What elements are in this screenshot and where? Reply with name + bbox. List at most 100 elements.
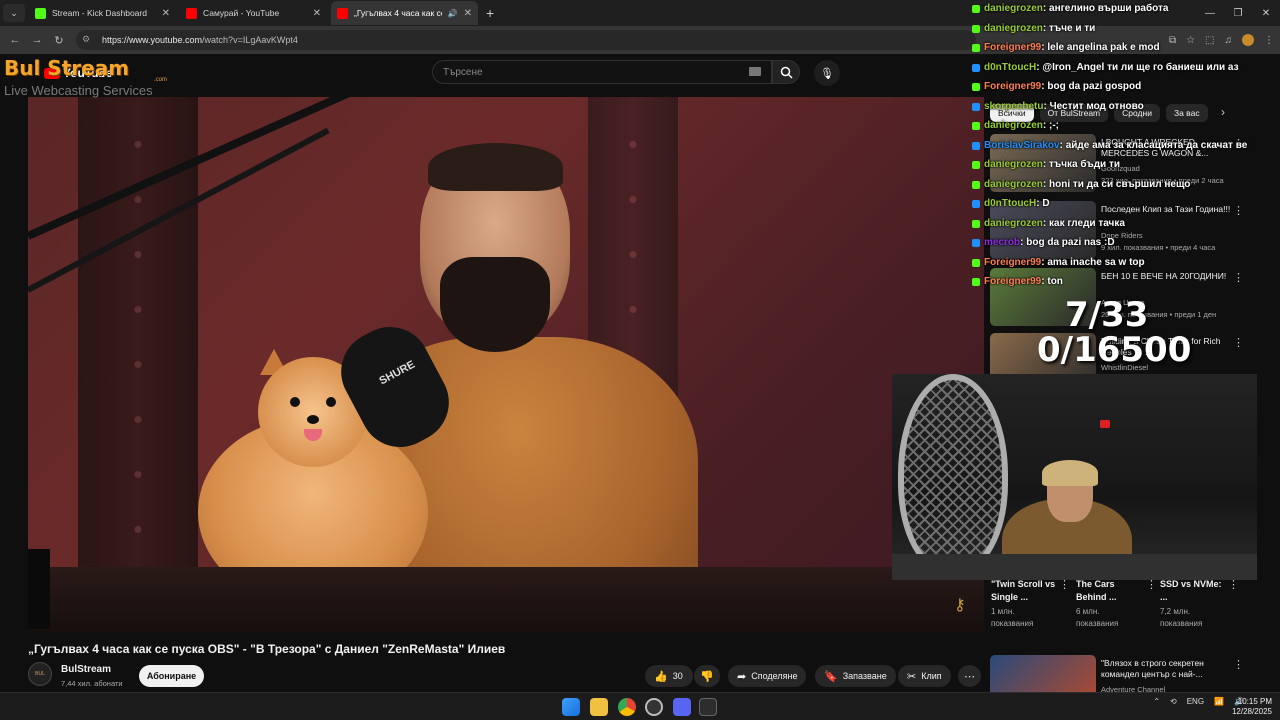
key-icon: ⚷ <box>954 597 966 614</box>
chat-username[interactable]: daniegrozen <box>984 23 1043 34</box>
channel-name[interactable]: BulStream <box>61 664 111 675</box>
more-icon[interactable]: ⋮ <box>1233 658 1244 671</box>
like-button[interactable]: 👍 30 <box>645 665 693 687</box>
webcam-overlay <box>892 374 1257 580</box>
chat-message: d0nTtoucH : @Iron_Angel ти ли ще го бани… <box>972 62 1239 73</box>
chat-username[interactable]: mecrob <box>984 237 1020 248</box>
keyboard-icon[interactable] <box>749 67 761 76</box>
more-icon: ⋯ <box>964 670 975 683</box>
chat-message: d0nTtoucH : D <box>972 198 1050 209</box>
discord-icon[interactable] <box>673 698 691 716</box>
close-tab-icon[interactable]: ✕ <box>162 8 170 19</box>
chat-badge-icon <box>972 258 980 267</box>
like-count: 30 <box>672 671 683 681</box>
reload-icon[interactable]: ↻ <box>48 34 70 47</box>
search-button[interactable] <box>772 60 800 84</box>
dog-eye <box>326 397 336 407</box>
site-info-icon[interactable]: ⚙ <box>82 34 94 46</box>
chat-username[interactable]: BorislavSirakov <box>984 140 1060 151</box>
chat-badge-icon <box>972 238 980 247</box>
chat-message: Foreigner99 : bog da pazi gospod <box>972 81 1141 92</box>
chat-username[interactable]: daniegrozen <box>984 218 1043 229</box>
goal-counter-top: 7/33 <box>1065 295 1149 335</box>
tab-samurai-youtube[interactable]: Самурай - YouTube ✕ <box>180 1 327 25</box>
forward-icon[interactable]: → <box>26 34 48 46</box>
more-icon[interactable]: ⋮ <box>1233 336 1244 349</box>
short-item[interactable]: The Cars Behind ... 6 млн. показвания ⋮ <box>1076 578 1157 630</box>
chat-text: : айде ама за класацията да скачат ве <box>1059 140 1248 151</box>
chat-username[interactable]: d0nTtoucH <box>984 62 1036 73</box>
thumbs-up-icon: 👍 <box>654 670 668 683</box>
short-title[interactable]: SSD vs NVMe: ... <box>1160 578 1226 604</box>
chat-badge-icon <box>972 63 980 72</box>
subscribe-button[interactable]: Абониране <box>139 665 204 687</box>
chat-username[interactable]: Foreigner99 <box>984 276 1041 287</box>
tab-current-video[interactable]: „Гугълвах 4 часа как се пу 🔊 ✕ <box>331 1 478 25</box>
terminal-icon[interactable] <box>699 698 717 716</box>
obs-icon[interactable] <box>645 698 663 716</box>
chat-text: : тъче и ти <box>1042 23 1096 34</box>
more-icon[interactable]: ⋮ <box>1059 578 1070 591</box>
short-title[interactable]: "Twin Scroll vs Single ... <box>991 578 1061 604</box>
chat-message: daniegrozen : ;-; <box>972 120 1059 131</box>
dislike-button[interactable]: 👎 <box>694 665 720 687</box>
hanging-chair <box>898 374 1008 574</box>
chat-text: : D <box>1036 198 1050 209</box>
scissors-icon: ✂ <box>907 670 917 683</box>
short-item[interactable]: SSD vs NVMe: ... 7,2 млн. показвания ⋮ <box>1160 578 1239 630</box>
bulstream-logo: Bul Stream <box>4 56 130 80</box>
wifi-icon[interactable]: 📶 <box>1214 697 1224 706</box>
chrome-icon[interactable] <box>618 698 636 716</box>
more-icon[interactable]: ⋮ <box>1146 578 1157 591</box>
channel-avatar[interactable]: BUL <box>28 662 52 686</box>
network-icon[interactable]: ⟲ <box>1170 697 1177 706</box>
url-path: /watch?v=ILgAavKWpt4 <box>202 35 298 45</box>
more-icon[interactable]: ⋮ <box>1228 578 1239 591</box>
url-field[interactable]: ⚙ https://www.youtube.com/watch?v=ILgAav… <box>76 30 976 50</box>
chat-username[interactable]: Foreigner99 <box>984 81 1041 92</box>
back-icon[interactable]: ← <box>4 34 26 46</box>
chat-text: : @Iron_Angel ти ли ще го баниеш или аз <box>1036 62 1239 73</box>
chat-username[interactable]: daniegrozen <box>984 3 1043 14</box>
bulstream-domain: .com <box>154 77 168 83</box>
chat-text: : bog da pazi gospod <box>1041 81 1142 92</box>
chat-message: skorpechetu : Честит мод отново <box>972 101 1144 112</box>
chat-badge-icon <box>972 102 980 111</box>
close-tab-icon[interactable]: ✕ <box>313 8 321 19</box>
clip-button[interactable]: ✂ Клип <box>898 665 951 687</box>
chat-username[interactable]: d0nTtoucH <box>984 198 1036 209</box>
voice-search-button[interactable]: 🎙 <box>814 60 840 86</box>
short-item[interactable]: "Twin Scroll vs Single ... 1 млн. показва… <box>991 578 1070 630</box>
chat-username[interactable]: skorpechetu <box>984 101 1043 112</box>
chat-message: daniegrozen : тъчка бъди ти <box>972 159 1120 170</box>
share-button[interactable]: ➦ Споделяне <box>728 665 807 687</box>
chat-username[interactable]: Foreigner99 <box>984 257 1041 268</box>
chat-badge-icon <box>972 199 980 208</box>
video-player[interactable]: SHURE ⚷ <box>28 97 984 632</box>
chat-username[interactable]: daniegrozen <box>984 179 1043 190</box>
tab-search-button[interactable]: ⌄ <box>3 4 25 22</box>
chat-text: : Честит мод отново <box>1043 101 1144 112</box>
language-indicator[interactable]: ENG <box>1187 697 1204 706</box>
start-icon[interactable] <box>562 698 580 716</box>
recommendation-title[interactable]: "Влязох в строго секретен командел центъ… <box>1101 658 1231 680</box>
new-tab-icon[interactable]: + <box>486 5 494 21</box>
clock[interactable]: 10:15 PM 12/28/2025 <box>1232 697 1272 717</box>
tab-kick-dashboard[interactable]: Stream - Kick Dashboard ✕ <box>29 1 176 25</box>
save-button[interactable]: 🔖 Запазване <box>815 665 896 687</box>
more-actions-button[interactable]: ⋯ <box>958 665 981 687</box>
tray-overflow-icon[interactable]: ⌃ <box>1153 697 1160 706</box>
chat-username[interactable]: Foreigner99 <box>984 42 1041 53</box>
streamer-cap <box>1042 460 1098 486</box>
file-explorer-icon[interactable] <box>590 698 608 716</box>
close-tab-icon[interactable]: ✕ <box>464 8 472 19</box>
short-title[interactable]: The Cars Behind ... <box>1076 578 1142 604</box>
chat-username[interactable]: daniegrozen <box>984 120 1043 131</box>
chat-username[interactable]: daniegrozen <box>984 159 1043 170</box>
speaker-icon[interactable]: 🔊 <box>448 9 458 18</box>
chat-badge-icon <box>972 121 980 130</box>
search-input[interactable]: Търсене <box>432 60 772 84</box>
share-label: Споделяне <box>751 671 798 681</box>
desk <box>892 554 1257 580</box>
tab-title: „Гугълвах 4 часа как се пу <box>354 8 442 18</box>
